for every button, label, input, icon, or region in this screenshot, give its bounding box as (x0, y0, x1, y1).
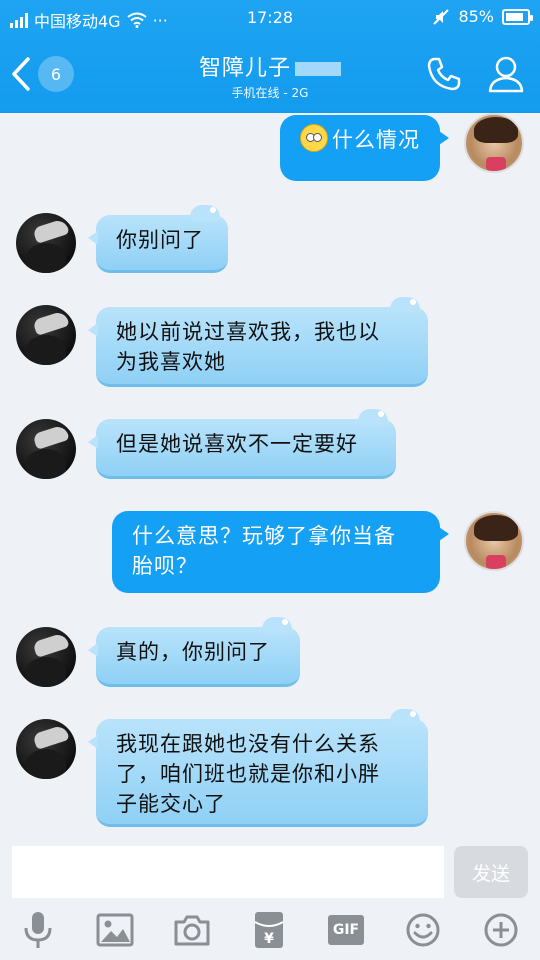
message-bubble-incoming[interactable]: 真的，你别问了 (88, 617, 300, 687)
chat-message-list[interactable]: 什么情况 你别问了 她以前说过喜欢我，我也以 为我喜欢她 但是她说喜欢不一定要好… (0, 113, 540, 840)
camera-icon (174, 915, 210, 946)
call-button[interactable] (424, 54, 464, 94)
my-avatar[interactable] (464, 113, 524, 173)
emoji-icon (406, 913, 440, 947)
plus-icon (484, 913, 518, 947)
message-text: 什么情况 (332, 128, 420, 152)
chat-toolbar: ¥ GIF (0, 900, 540, 960)
message-text-line: 为我喜欢她 (116, 350, 226, 374)
mute-icon (433, 8, 450, 25)
message-bubble-incoming[interactable]: 我现在跟她也没有什么关系 了，咱们班也就是你和小胖 子能交心了 (88, 709, 428, 827)
battery-icon (502, 8, 533, 25)
voice-button[interactable] (18, 910, 58, 950)
profile-icon (488, 56, 524, 93)
my-avatar[interactable] (464, 511, 524, 571)
gif-label: GIF (332, 922, 360, 938)
message-text-line: 子能交心了 (116, 792, 226, 816)
image-icon (96, 913, 134, 947)
gif-icon: GIF (328, 915, 364, 945)
bubble-ear-decoration (190, 205, 220, 221)
message-text-line: 她以前说过喜欢我，我也以 (116, 320, 380, 344)
more-actions-button[interactable] (481, 910, 521, 950)
message-bubble-incoming[interactable]: 你别问了 (88, 205, 228, 273)
online-status: 手机在线 - 2G (231, 86, 309, 100)
friend-avatar[interactable] (16, 719, 76, 779)
message-text: 但是她说喜欢不一定要好 (116, 432, 358, 456)
chat-title[interactable]: 智障儿子 (120, 50, 420, 82)
name-redaction (295, 62, 341, 76)
friend-avatar[interactable] (16, 213, 76, 273)
contact-profile-button[interactable] (486, 54, 526, 94)
contact-name: 智障儿子 (198, 56, 291, 81)
image-button[interactable] (95, 910, 135, 950)
friend-avatar[interactable] (16, 419, 76, 479)
back-button[interactable]: 6 (10, 54, 82, 94)
message-bubble-outgoing[interactable]: 什么情况 (280, 115, 449, 181)
bubble-ear-decoration (262, 617, 292, 633)
input-bar: 发送 (0, 840, 540, 900)
svg-text:¥: ¥ (264, 931, 274, 947)
eye-roll-emoji-icon (300, 124, 328, 152)
message-text-line: 什么意思？玩够了拿你当备 (132, 524, 396, 548)
message-text-line: 了，咱们班也就是你和小胖 (116, 762, 380, 786)
battery-percent: 85% (458, 7, 494, 26)
friend-avatar[interactable] (16, 305, 76, 365)
message-text: 你别问了 (116, 228, 204, 252)
message-text-line: 胎呗？ (132, 554, 198, 578)
send-button[interactable]: 发送 (454, 846, 528, 898)
friend-avatar[interactable] (16, 627, 76, 687)
top-bar: 中国移动4G ··· 17:28 85% 6 智障儿子 手机在线 - 2G (0, 0, 540, 113)
bubble-ear-decoration (390, 709, 420, 725)
red-packet-button[interactable]: ¥ (249, 910, 289, 950)
microphone-icon (24, 912, 52, 948)
message-text-line: 我现在跟她也没有什么关系 (116, 732, 380, 756)
unread-badge: 6 (38, 56, 74, 92)
gif-button[interactable]: GIF (326, 910, 366, 950)
camera-button[interactable] (172, 910, 212, 950)
phone-icon (427, 57, 461, 91)
message-text: 真的，你别问了 (116, 640, 270, 664)
bubble-ear-decoration (390, 297, 420, 313)
back-chevron-icon (12, 57, 30, 91)
red-packet-icon: ¥ (254, 912, 284, 948)
message-bubble-outgoing[interactable]: 什么意思？玩够了拿你当备 胎呗？ (112, 511, 449, 593)
bubble-ear-decoration (358, 409, 388, 425)
chat-nav-bar: 6 智障儿子 手机在线 - 2G (0, 36, 540, 113)
message-bubble-incoming[interactable]: 但是她说喜欢不一定要好 (88, 409, 396, 479)
message-input[interactable] (12, 846, 444, 898)
emoji-button[interactable] (403, 910, 443, 950)
message-bubble-incoming[interactable]: 她以前说过喜欢我，我也以 为我喜欢她 (88, 297, 428, 387)
status-bar: 中国移动4G ··· 17:28 85% (0, 0, 540, 36)
